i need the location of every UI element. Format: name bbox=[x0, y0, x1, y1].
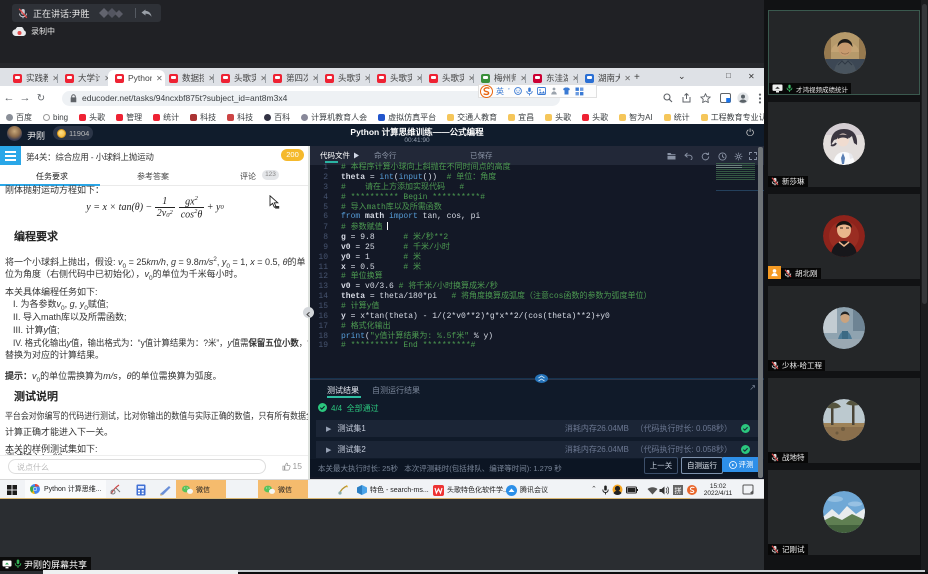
svg-text:拼: 拼 bbox=[675, 486, 682, 495]
